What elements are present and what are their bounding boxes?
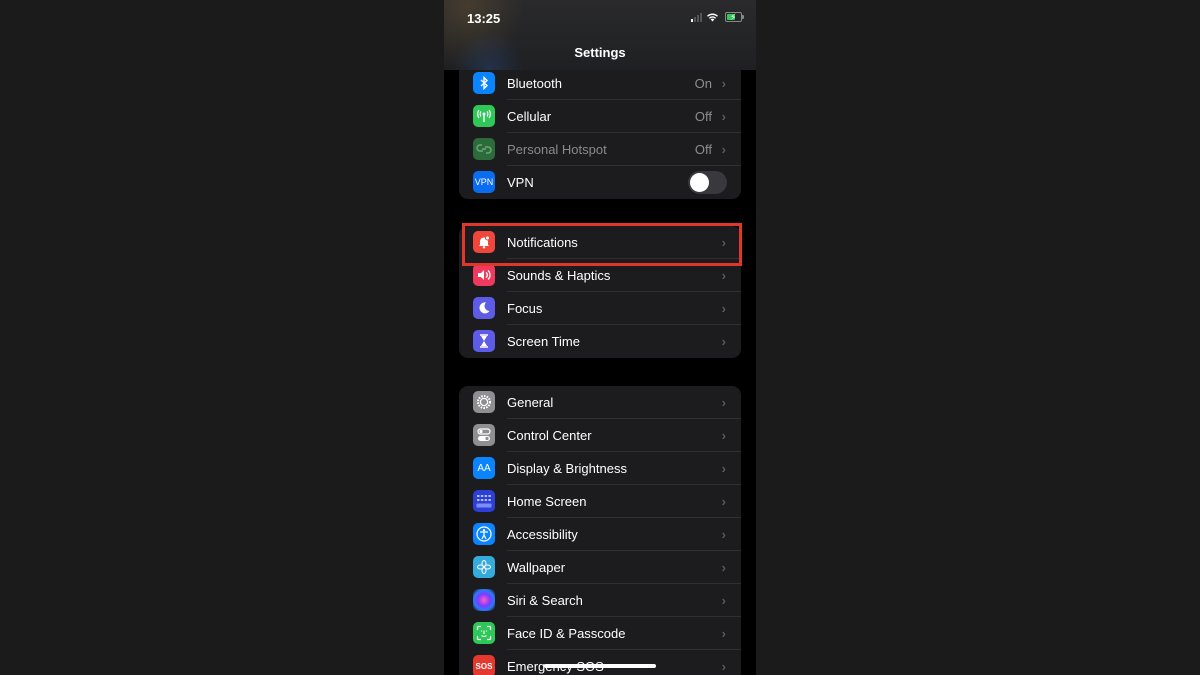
settings-row-screen-time[interactable]: Screen Time › (459, 325, 741, 358)
chevron-right-icon: › (721, 527, 726, 542)
text-size-icon: AA (473, 457, 495, 479)
chevron-right-icon: › (721, 395, 726, 410)
toggle-knob (690, 173, 709, 192)
chevron-right-icon: › (721, 268, 726, 283)
face-id-icon (473, 622, 495, 644)
chevron-right-icon: › (721, 593, 726, 608)
chevron-right-icon: › (721, 461, 726, 476)
row-label: Screen Time (507, 334, 580, 349)
phone-screen: 13:25 ⚡ Settings Bluetooth On › Cellular… (444, 0, 756, 675)
row-label: Face ID & Passcode (507, 626, 626, 641)
settings-row-bluetooth[interactable]: Bluetooth On › (459, 67, 741, 100)
gear-icon (473, 391, 495, 413)
wifi-icon (707, 13, 718, 22)
chevron-right-icon: › (721, 334, 726, 349)
settings-row-notifications[interactable]: Notifications › (459, 226, 741, 259)
settings-row-vpn[interactable]: VPN VPN (459, 166, 741, 199)
row-label: Sounds & Haptics (507, 268, 611, 283)
row-label: Accessibility (507, 527, 578, 542)
chevron-right-icon: › (721, 560, 726, 575)
settings-row-personal-hotspot[interactable]: Personal Hotspot Off › (459, 133, 741, 166)
home-indicator[interactable] (544, 664, 656, 668)
settings-group-general: General › Control Center › AA Display & … (459, 386, 741, 675)
chevron-right-icon: › (721, 494, 726, 509)
chevron-right-icon: › (721, 142, 726, 157)
row-label: Notifications (507, 235, 578, 250)
page-title: Settings (574, 45, 626, 60)
row-label: Cellular (507, 109, 552, 124)
cellular-signal-icon (691, 12, 702, 22)
flower-icon (473, 556, 495, 578)
row-value: Off (694, 142, 712, 157)
chevron-right-icon: › (721, 301, 726, 316)
chevron-right-icon: › (721, 428, 726, 443)
settings-row-siri-search[interactable]: Siri & Search › (459, 584, 741, 617)
row-label: Home Screen (507, 494, 587, 509)
row-label: Display & Brightness (507, 461, 627, 476)
row-label: Focus (507, 301, 543, 316)
settings-row-home-screen[interactable]: Home Screen › (459, 485, 741, 518)
battery-charging-icon: ⚡ (725, 12, 744, 22)
settings-row-face-id-passcode[interactable]: Face ID & Passcode › (459, 617, 741, 650)
siri-icon (473, 589, 495, 611)
settings-row-wallpaper[interactable]: Wallpaper › (459, 551, 741, 584)
vpn-toggle[interactable] (688, 171, 727, 194)
speaker-icon (473, 264, 495, 286)
status-icons: ⚡ (691, 12, 744, 22)
row-label: Wallpaper (507, 560, 566, 575)
top-bar: 13:25 ⚡ Settings (444, 0, 756, 70)
row-label: Personal Hotspot (507, 142, 607, 157)
app-grid-icon (473, 490, 495, 512)
sos-icon: SOS (473, 655, 495, 675)
row-value: Off (694, 109, 712, 124)
row-label: General (507, 395, 554, 410)
accessibility-icon (473, 523, 495, 545)
antenna-icon (473, 105, 495, 127)
settings-group-connectivity: Bluetooth On › Cellular Off › Personal H… (459, 62, 741, 199)
settings-row-focus[interactable]: Focus › (459, 292, 741, 325)
chevron-right-icon: › (721, 659, 726, 674)
settings-row-display-brightness[interactable]: AA Display & Brightness › (459, 452, 741, 485)
toggles-icon (473, 424, 495, 446)
hotspot-icon (473, 138, 495, 160)
bluetooth-icon (473, 72, 495, 94)
row-label: Bluetooth (507, 76, 562, 91)
row-label: Control Center (507, 428, 592, 443)
row-label: VPN (507, 175, 534, 190)
settings-row-emergency-sos[interactable]: SOS Emergency SOS › (459, 650, 741, 675)
settings-row-general[interactable]: General › (459, 386, 741, 419)
bell-icon (473, 231, 495, 253)
moon-icon (473, 297, 495, 319)
chevron-right-icon: › (721, 109, 726, 124)
settings-group-notifications: Notifications › Sounds & Haptics › Focus… (459, 226, 741, 358)
chevron-right-icon: › (721, 76, 726, 91)
settings-row-control-center[interactable]: Control Center › (459, 419, 741, 452)
row-label: Siri & Search (507, 593, 583, 608)
chevron-right-icon: › (721, 626, 726, 641)
settings-row-accessibility[interactable]: Accessibility › (459, 518, 741, 551)
status-time: 13:25 (467, 11, 501, 26)
settings-row-cellular[interactable]: Cellular Off › (459, 100, 741, 133)
settings-row-sounds-haptics[interactable]: Sounds & Haptics › (459, 259, 741, 292)
vpn-icon: VPN (473, 171, 495, 193)
row-value: On (694, 76, 712, 91)
hourglass-icon (473, 330, 495, 352)
chevron-right-icon: › (721, 235, 726, 250)
